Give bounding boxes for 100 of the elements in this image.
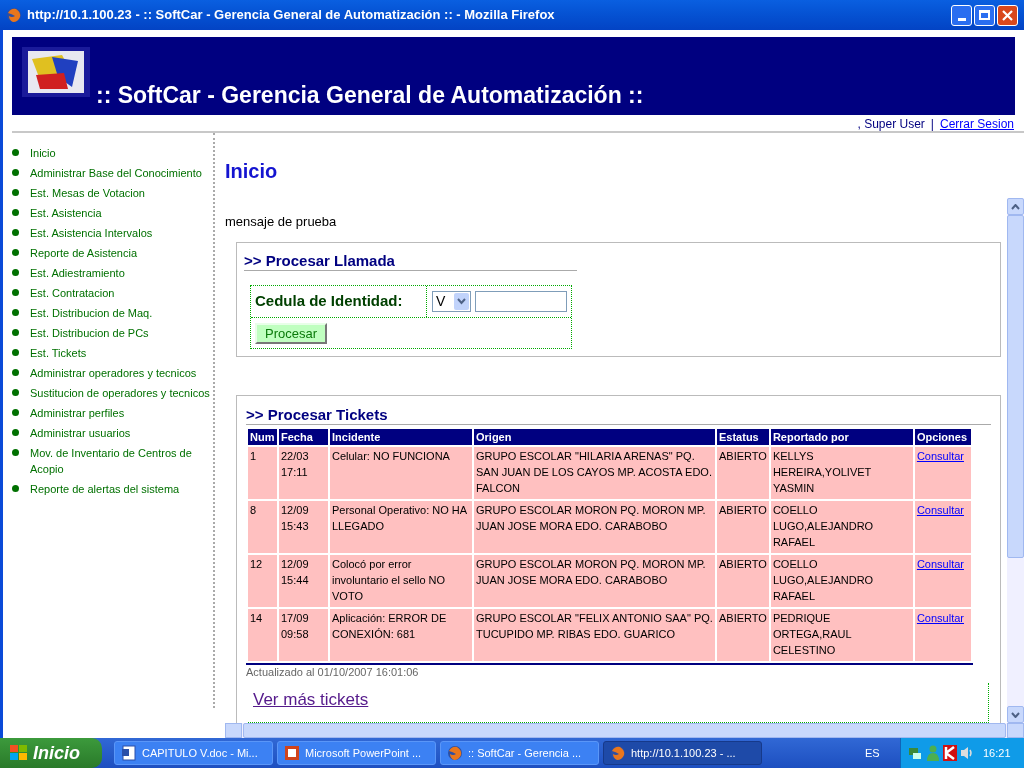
table-cell: ABIERTO: [717, 501, 769, 553]
more-tickets-link[interactable]: Ver más tickets: [253, 690, 369, 709]
column-header: Fecha: [279, 429, 328, 445]
id-type-select[interactable]: V: [432, 291, 471, 312]
sidebar-link[interactable]: Est. Distribucion de Maq.: [30, 305, 210, 321]
windows-logo-icon: [10, 745, 28, 761]
table-cell: 1: [248, 447, 277, 499]
globe-icon: [447, 745, 463, 761]
table-cell: Personal Operativo: NO HA LLEGADO: [330, 501, 472, 553]
logout-link[interactable]: Cerrar Sesion: [939, 115, 1014, 133]
user-icon: [926, 745, 940, 761]
bullet-icon: [12, 149, 19, 156]
table-cell: GRUPO ESCOLAR "FELIX ANTONIO SAA" PQ. TUCUPIDO MP. RIBAS EDO. GUARICO: [474, 609, 715, 661]
site-title: :: SoftCar - Gerencia General de Automatización ::: [96, 84, 644, 107]
table-cell: 8: [248, 501, 277, 553]
sidebar-link[interactable]: Est. Asistencia Intervalos: [30, 225, 210, 241]
updated-text: Actualizado al 01/10/2007 16:01:06: [246, 665, 420, 679]
page-heading: Inicio: [225, 159, 279, 183]
table-cell: ABIERTO: [717, 555, 769, 607]
speaker-icon: [960, 745, 974, 761]
slides-icon: [284, 745, 300, 761]
dropdown-icon: [454, 293, 469, 310]
sidebar-link[interactable]: Est. Adiestramiento: [30, 265, 210, 281]
globe-icon: [6, 7, 22, 23]
vertical-scrollbar[interactable]: [1007, 198, 1024, 723]
column-header: Num: [248, 429, 277, 445]
consult-link[interactable]: Consultar: [916, 612, 964, 624]
sidebar-link[interactable]: Mov. de Inventario de Centros de Acopio: [30, 445, 210, 477]
table-cell: 14: [248, 609, 277, 661]
bullet-icon: [12, 369, 19, 376]
scroll-down-icon: [1011, 711, 1020, 718]
consult-link[interactable]: Consultar: [916, 450, 964, 462]
horizontal-scrollbar[interactable]: [225, 723, 1024, 738]
bullet-icon: [12, 349, 19, 356]
table-cell: 12/09 15:43: [279, 501, 328, 553]
globe-icon: [610, 745, 626, 761]
close-button[interactable]: [997, 4, 1018, 26]
network-icon: [907, 745, 923, 761]
bullet-icon: [12, 189, 19, 196]
table-cell: ABIERTO: [717, 447, 769, 499]
id-number-field[interactable]: [475, 291, 567, 312]
field-label: Cedula de Identidad:: [251, 286, 427, 317]
table-cell: 12: [248, 555, 277, 607]
bullet-icon: [12, 289, 19, 296]
bullet-icon: [12, 269, 19, 276]
language-indicator: ES: [865, 745, 880, 761]
clock: 16:21: [983, 745, 1011, 761]
table-cell: Colocó por error involuntario el sello NO VOTO: [330, 555, 472, 607]
table-cell: COELLO LUGO,ALEJANDRO RAFAEL: [770, 555, 913, 607]
sidebar-link[interactable]: Administrar usuarios: [30, 425, 210, 441]
sidebar-link[interactable]: Reporte de Asistencia: [30, 245, 210, 261]
table-cell: GRUPO ESCOLAR "HILARIA ARENAS" PQ. SAN JUAN DE LOS CAYOS MP. ACOSTA EDO. FALCON: [474, 447, 715, 499]
sidebar-link[interactable]: Est. Mesas de Votacion: [30, 185, 210, 201]
process-button[interactable]: Procesar: [255, 322, 328, 344]
table-cell: KELLYS HEREIRA,YOLIVET YASMIN: [770, 447, 913, 499]
bullet-icon: [12, 485, 19, 492]
column-header: Estatus: [717, 429, 769, 445]
taskbar-button[interactable]: CAPITULO V.doc - Mi...: [114, 741, 273, 765]
scroll-thumb[interactable]: [1007, 215, 1024, 558]
sidebar-link[interactable]: Administrar perfiles: [30, 405, 210, 421]
sidebar-link[interactable]: Inicio: [30, 145, 210, 161]
table-cell: Celular: NO FUNCIONA: [330, 447, 472, 499]
panel-title: >> Procesar Tickets: [246, 405, 991, 425]
bullet-icon: [12, 209, 19, 216]
bullet-icon: [12, 389, 19, 396]
table-cell: ABIERTO: [717, 609, 769, 661]
bullet-icon: [12, 229, 19, 236]
bullet-icon: [12, 309, 19, 316]
close-icon: [1002, 9, 1013, 21]
separator: |: [930, 116, 934, 133]
minimize-button[interactable]: [951, 4, 972, 26]
column-header: Incidente: [330, 429, 472, 445]
start-button[interactable]: Inicio: [0, 738, 102, 768]
bullet-icon: [12, 429, 19, 436]
maximize-button[interactable]: [974, 4, 995, 26]
message-text: mensaje de prueba: [225, 214, 338, 230]
sidebar-link[interactable]: Administrar Base del Conocimiento: [30, 165, 210, 181]
bullet-icon: [12, 449, 19, 456]
sidebar-link[interactable]: Reporte de alertas del sistema: [30, 481, 210, 497]
table-cell: 17/09 09:58: [279, 609, 328, 661]
consult-link[interactable]: Consultar: [916, 558, 964, 570]
sidebar-link[interactable]: Est. Asistencia: [30, 205, 210, 221]
sidebar-link[interactable]: Sustitucion de operadores y tecnicos: [30, 385, 210, 401]
taskbar-button[interactable]: Microsoft PowerPoint ...: [277, 741, 436, 765]
sidebar-link[interactable]: Est. Tickets: [30, 345, 210, 361]
bullet-icon: [12, 169, 19, 176]
panel-title: >> Procesar Llamada: [244, 251, 577, 271]
table-cell: Aplicación: ERROR DE CONEXIÓN: 681: [330, 609, 472, 661]
table-cell: GRUPO ESCOLAR MORON PQ. MORON MP. JUAN JOSE MORA EDO. CARABOBO: [474, 501, 715, 553]
table-cell: COELLO LUGO,ALEJANDRO RAFAEL: [770, 501, 913, 553]
table-cell: GRUPO ESCOLAR MORON PQ. MORON MP. JUAN JOSE MORA EDO. CARABOBO: [474, 555, 715, 607]
consult-link[interactable]: Consultar: [916, 504, 964, 516]
taskbar-button[interactable]: :: SoftCar - Gerencia ...: [440, 741, 599, 765]
bullet-icon: [12, 409, 19, 416]
sidebar-link[interactable]: Administrar operadores y tecnicos: [30, 365, 210, 381]
column-header: Origen: [474, 429, 715, 445]
bullet-icon: [12, 329, 19, 336]
taskbar-button[interactable]: http://10.1.100.23 - ...: [603, 741, 762, 765]
sidebar-link[interactable]: Est. Contratacion: [30, 285, 210, 301]
sidebar-link[interactable]: Est. Distribucion de PCs: [30, 325, 210, 341]
